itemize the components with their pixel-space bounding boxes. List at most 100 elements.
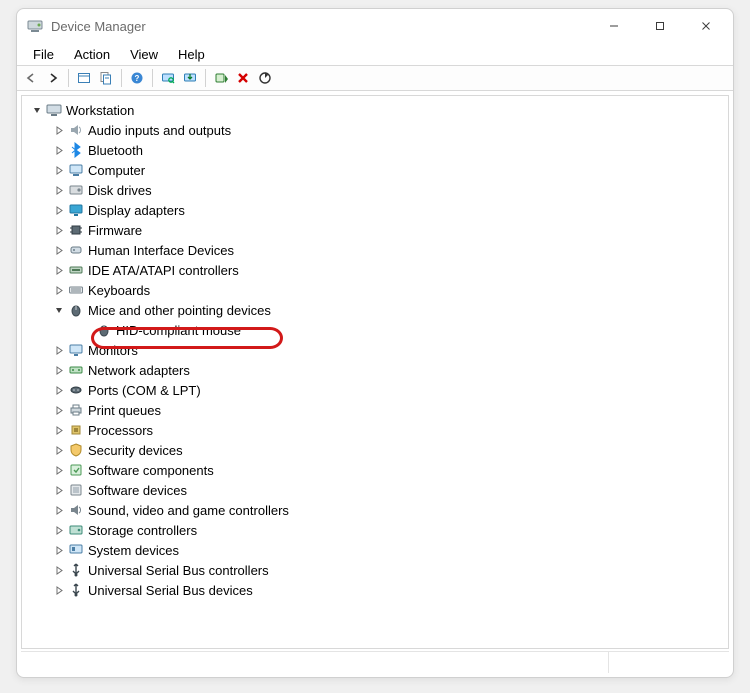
- display-icon: [68, 202, 84, 218]
- toolbar-disable[interactable]: [255, 68, 275, 88]
- maximize-button[interactable]: [637, 11, 683, 41]
- chevron-right-icon[interactable]: [52, 183, 66, 197]
- toolbar-separator: [68, 69, 69, 87]
- tree-item-label: Storage controllers: [88, 523, 197, 538]
- pc-icon: [68, 162, 84, 178]
- toolbar-show-hidden[interactable]: [74, 68, 94, 88]
- menu-action[interactable]: Action: [64, 45, 120, 64]
- chevron-right-icon[interactable]: [52, 503, 66, 517]
- menu-file[interactable]: File: [23, 45, 64, 64]
- hid-icon: [68, 242, 84, 258]
- chevron-right-icon[interactable]: [52, 123, 66, 137]
- menu-help[interactable]: Help: [168, 45, 215, 64]
- sound-icon: [68, 502, 84, 518]
- chevron-right-icon[interactable]: [52, 563, 66, 577]
- toolbar-help[interactable]: ?: [127, 68, 147, 88]
- tree-item-label: Network adapters: [88, 363, 190, 378]
- toolbar-properties[interactable]: [96, 68, 116, 88]
- tree-item-security[interactable]: Security devices: [22, 440, 728, 460]
- toolbar-uninstall[interactable]: [233, 68, 253, 88]
- tree-item-label: Keyboards: [88, 283, 150, 298]
- toolbar-enable[interactable]: [211, 68, 231, 88]
- monitor-icon: [68, 342, 84, 358]
- minimize-button[interactable]: [591, 11, 637, 41]
- tree-item-root[interactable]: Workstation: [22, 100, 728, 120]
- toolbar-scan[interactable]: [158, 68, 178, 88]
- chevron-right-icon[interactable]: [52, 483, 66, 497]
- expander-spacer: [80, 323, 94, 337]
- tree-item-usbdev[interactable]: Universal Serial Bus devices: [22, 580, 728, 600]
- tree-item-disks[interactable]: Disk drives: [22, 180, 728, 200]
- window-title: Device Manager: [51, 19, 146, 34]
- tree-item-processors[interactable]: Processors: [22, 420, 728, 440]
- tree-item-firmware[interactable]: Firmware: [22, 220, 728, 240]
- tree-item-bluetooth[interactable]: Bluetooth: [22, 140, 728, 160]
- menubar: File Action View Help: [17, 43, 733, 65]
- tree-item-monitors[interactable]: Monitors: [22, 340, 728, 360]
- chevron-right-icon[interactable]: [52, 283, 66, 297]
- close-button[interactable]: [683, 11, 729, 41]
- chevron-right-icon[interactable]: [52, 403, 66, 417]
- toolbar-separator: [121, 69, 122, 87]
- chevron-right-icon[interactable]: [52, 543, 66, 557]
- tree-item-label: Mice and other pointing devices: [88, 303, 271, 318]
- port-icon: [68, 382, 84, 398]
- tree-item-printq[interactable]: Print queues: [22, 400, 728, 420]
- security-icon: [68, 442, 84, 458]
- chevron-right-icon[interactable]: [52, 423, 66, 437]
- chevron-right-icon[interactable]: [52, 383, 66, 397]
- tree-item-audio[interactable]: Audio inputs and outputs: [22, 120, 728, 140]
- chevron-right-icon[interactable]: [52, 243, 66, 257]
- tree-item-ports[interactable]: Ports (COM & LPT): [22, 380, 728, 400]
- tree-item-hid[interactable]: Human Interface Devices: [22, 240, 728, 260]
- chevron-right-icon[interactable]: [52, 463, 66, 477]
- system-icon: [68, 542, 84, 558]
- tree-item-label: Firmware: [88, 223, 142, 238]
- tree-item-label: Print queues: [88, 403, 161, 418]
- tree-item-label: Ports (COM & LPT): [88, 383, 201, 398]
- tree-item-keyboards[interactable]: Keyboards: [22, 280, 728, 300]
- printer-icon: [68, 402, 84, 418]
- tree-item-label: Bluetooth: [88, 143, 143, 158]
- tree-item-label: Monitors: [88, 343, 138, 358]
- chevron-right-icon[interactable]: [52, 223, 66, 237]
- toolbar-forward[interactable]: [43, 68, 63, 88]
- speaker-icon: [68, 122, 84, 138]
- chevron-right-icon[interactable]: [52, 143, 66, 157]
- tree-item-display[interactable]: Display adapters: [22, 200, 728, 220]
- swdev-icon: [68, 482, 84, 498]
- tree-item-label: Human Interface Devices: [88, 243, 234, 258]
- chevron-right-icon[interactable]: [52, 583, 66, 597]
- tree-item-label: System devices: [88, 543, 179, 558]
- device-tree-pane[interactable]: WorkstationAudio inputs and outputs Bluet…: [21, 95, 729, 649]
- chevron-right-icon[interactable]: [52, 163, 66, 177]
- tree-item-swcomp[interactable]: Software components: [22, 460, 728, 480]
- chip-icon: [68, 222, 84, 238]
- tree-item-network[interactable]: Network adapters: [22, 360, 728, 380]
- tree-item-system[interactable]: System devices: [22, 540, 728, 560]
- chevron-right-icon[interactable]: [52, 203, 66, 217]
- chevron-right-icon[interactable]: [52, 363, 66, 377]
- chevron-down-icon[interactable]: [52, 303, 66, 317]
- tree-item-usbctrl[interactable]: Universal Serial Bus controllers: [22, 560, 728, 580]
- chevron-down-icon[interactable]: [30, 103, 44, 117]
- tree-item-storage[interactable]: Storage controllers: [22, 520, 728, 540]
- chevron-right-icon[interactable]: [52, 443, 66, 457]
- chevron-right-icon[interactable]: [52, 343, 66, 357]
- tree-item-computer[interactable]: Computer: [22, 160, 728, 180]
- chevron-right-icon[interactable]: [52, 263, 66, 277]
- tree-item-label: Universal Serial Bus controllers: [88, 563, 269, 578]
- toolbar-update-driver[interactable]: [180, 68, 200, 88]
- menu-view[interactable]: View: [120, 45, 168, 64]
- chevron-right-icon[interactable]: [52, 523, 66, 537]
- cpu-icon: [68, 422, 84, 438]
- tree-item-hidmouse[interactable]: HID-compliant mouse: [22, 320, 728, 340]
- tree-item-ide[interactable]: IDE ATA/ATAPI controllers: [22, 260, 728, 280]
- tree-item-mice[interactable]: Mice and other pointing devices: [22, 300, 728, 320]
- keyboard-icon: [68, 282, 84, 298]
- toolbar: ?: [17, 65, 733, 91]
- tree-item-label: IDE ATA/ATAPI controllers: [88, 263, 239, 278]
- toolbar-back[interactable]: [21, 68, 41, 88]
- tree-item-swdev[interactable]: Software devices: [22, 480, 728, 500]
- tree-item-sound[interactable]: Sound, video and game controllers: [22, 500, 728, 520]
